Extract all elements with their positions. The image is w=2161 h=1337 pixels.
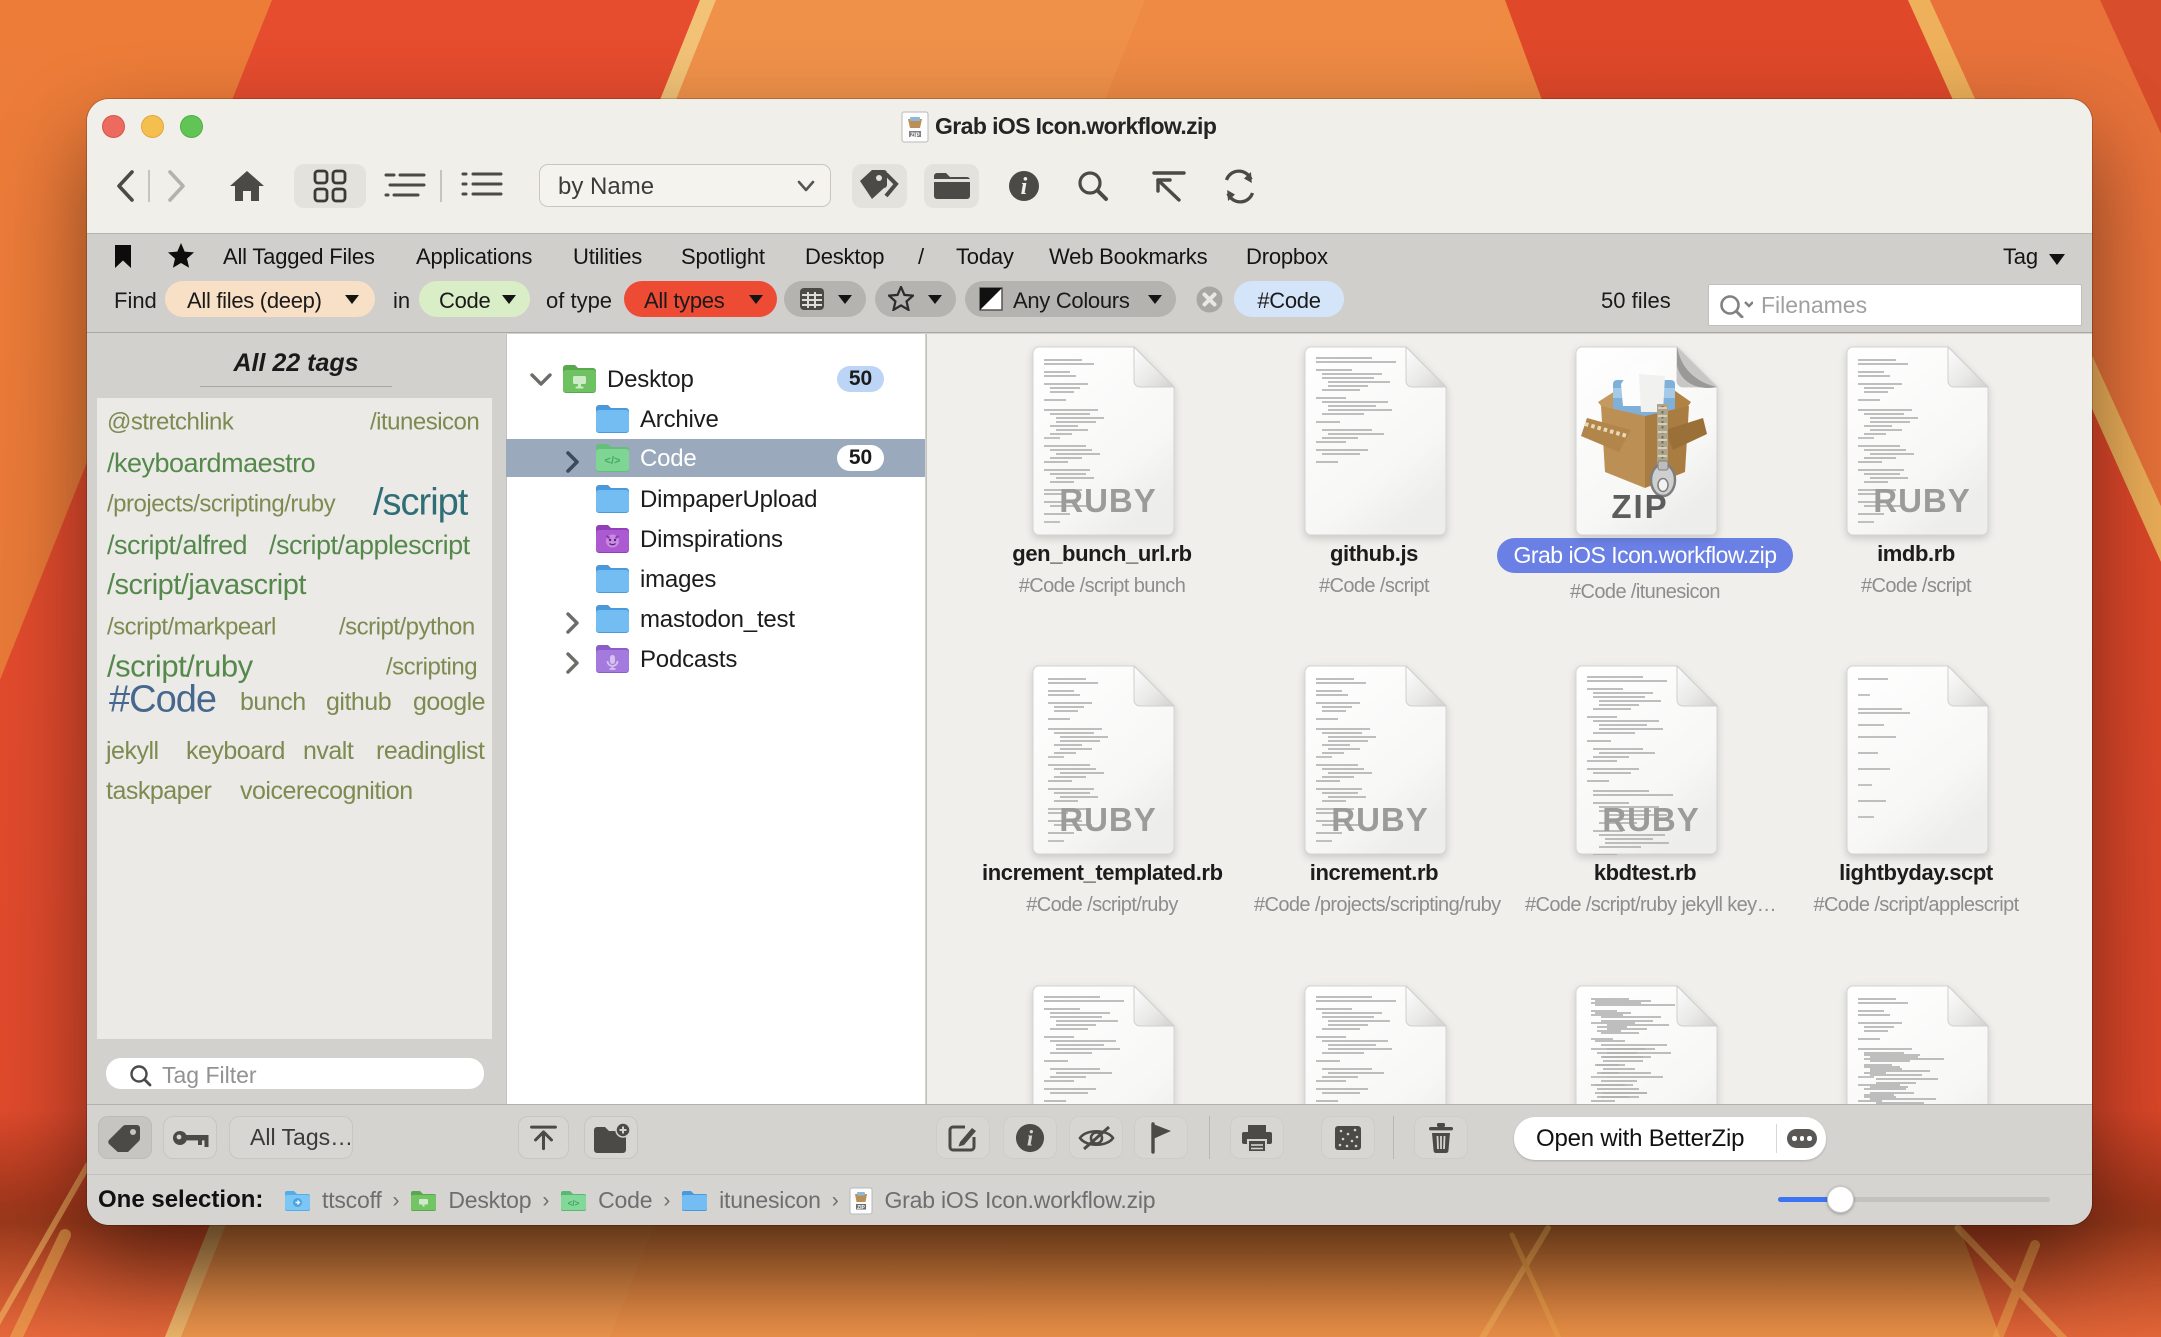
svg-text:i: i (1021, 174, 1028, 200)
svg-text:ZIP: ZIP (858, 1205, 866, 1211)
svg-text:i: i (1027, 1126, 1034, 1151)
svg-text:</>: </> (605, 455, 621, 467)
svg-text:RUBY: RUBY (1602, 801, 1700, 838)
svg-text:RUBY: RUBY (1059, 482, 1157, 519)
svg-text:RUBY: RUBY (1331, 801, 1429, 838)
svg-text:ZIP: ZIP (910, 133, 919, 139)
svg-text:RUBY: RUBY (1873, 482, 1971, 519)
svg-text:</>: </> (568, 1199, 580, 1208)
svg-text:ZIP: ZIP (1611, 488, 1668, 525)
svg-text:RUBY: RUBY (1059, 801, 1157, 838)
